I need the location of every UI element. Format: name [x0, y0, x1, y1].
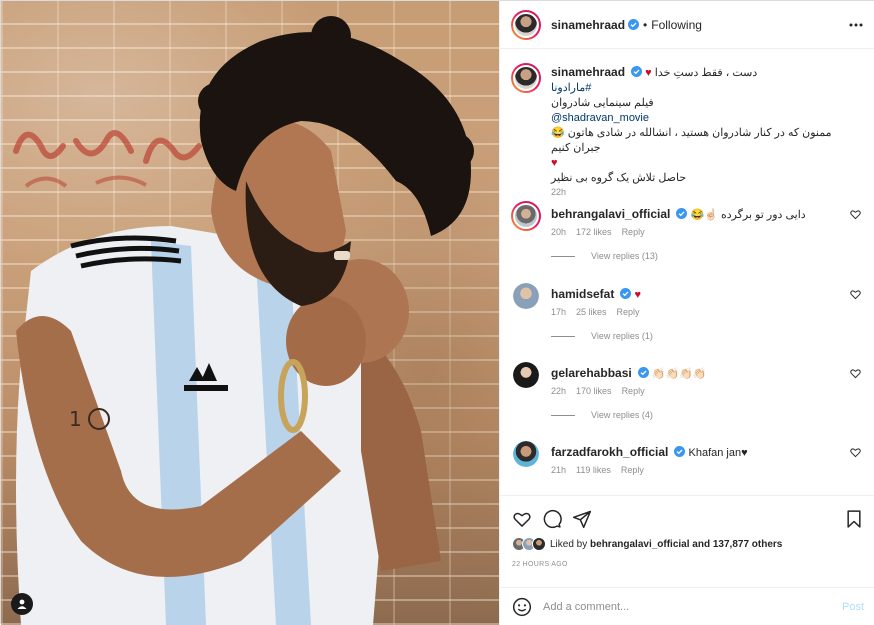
like-comment-heart-icon[interactable]: [850, 289, 861, 300]
commenter-avatar[interactable]: [513, 362, 539, 388]
comment-meta: 22h 170 likes Reply: [551, 386, 645, 396]
comment-time: 21h: [551, 465, 567, 475]
comment-time: 20h: [551, 227, 567, 237]
comment-time: 22h: [551, 386, 567, 396]
following-button[interactable]: Following: [651, 18, 702, 32]
reply-button[interactable]: Reply: [622, 386, 645, 396]
add-comment-bar: Post: [500, 587, 874, 625]
liker-avatar: [532, 537, 546, 551]
more-options-icon[interactable]: [848, 17, 864, 33]
share-icon[interactable]: [572, 509, 592, 529]
comment-item: gelarehabbasi 👏🏻👏🏻👏🏻👏🏻 22h 170 likes Rep…: [511, 360, 867, 430]
like-comment-heart-icon[interactable]: [850, 368, 861, 379]
verified-badge-icon: [628, 19, 640, 30]
caption-author-avatar[interactable]: [511, 63, 541, 93]
verified-badge-icon: [637, 367, 649, 378]
caption: sinamehraad ♥ دست ، فقط دستِ خدا #مارادو…: [511, 63, 867, 197]
comment-meta: 21h 119 likes Reply: [551, 465, 644, 475]
reply-button[interactable]: Reply: [621, 465, 644, 475]
comment-item: behrangalavi_official دایی دور تو برگرده…: [511, 201, 867, 271]
comments-list[interactable]: sinamehraad ♥ دست ، فقط دستِ خدا #مارادو…: [500, 49, 874, 495]
caption-meta: 22h: [551, 187, 566, 197]
view-replies-label[interactable]: View replies (1): [591, 331, 653, 341]
view-replies-label[interactable]: View replies (13): [591, 251, 658, 261]
replies-line: [551, 414, 575, 416]
comment-item: farzadfarokh_official Khafan jan♥ 21h 11…: [511, 439, 867, 495]
replies-line: [551, 255, 575, 257]
post-side-panel: sinamehraad • Following sinamehraad ♥ دس…: [499, 1, 874, 625]
comment-body: hamidsefat ♥: [551, 287, 851, 303]
view-replies-label[interactable]: View replies (4): [591, 410, 653, 420]
caption-line-7: حاصل تلاش یک گروه بی نظیر: [551, 172, 687, 184]
caption-line-3: فیلم سینمایی شادروان: [551, 97, 654, 109]
caption-mention[interactable]: @shadravan_movie: [551, 111, 851, 126]
reply-button[interactable]: Reply: [622, 227, 645, 237]
heart-emoji-icon: ♥: [645, 67, 652, 79]
comment-likes[interactable]: 25 likes: [576, 307, 607, 317]
verified-badge-icon: [631, 66, 643, 77]
comment-body: behrangalavi_official دایی دور تو برگرده…: [551, 207, 851, 223]
post-header: sinamehraad • Following: [500, 1, 874, 49]
comment-username[interactable]: gelarehabbasi: [551, 366, 632, 380]
comment-time: 17h: [551, 307, 567, 317]
like-comment-heart-icon[interactable]: [850, 209, 861, 220]
view-replies-button[interactable]: View replies (4): [551, 410, 653, 420]
comment-text: 👏🏻👏🏻👏🏻👏🏻: [651, 368, 707, 380]
comment-likes[interactable]: 172 likes: [576, 227, 612, 237]
comment-input[interactable]: [543, 600, 823, 613]
user-tag-icon: [17, 599, 27, 609]
man-figure-illustration: 1: [16, 16, 474, 625]
author-avatar[interactable]: [511, 9, 541, 40]
comment-text: ♥: [634, 289, 642, 301]
laughing-emoji-icon: 😂: [551, 127, 565, 139]
caption-line-1: دست ، فقط دستِ خدا: [654, 67, 758, 79]
heart-icon[interactable]: [512, 509, 532, 529]
liked-by-prefix: Liked by: [550, 538, 588, 550]
liker-avatars: [512, 537, 546, 551]
verified-badge-icon: [620, 288, 632, 299]
comment-body: farzadfarokh_official Khafan jan♥: [551, 445, 851, 461]
comment-username[interactable]: behrangalavi_official: [551, 207, 670, 221]
reply-button[interactable]: Reply: [617, 307, 640, 317]
verified-badge-icon: [674, 446, 686, 457]
comment-meta: 17h 25 likes Reply: [551, 307, 640, 317]
like-comment-heart-icon[interactable]: [850, 447, 861, 458]
emoji-icon[interactable]: [512, 597, 532, 617]
comment-text: دایی دور تو برگرده ☝🏻😂: [690, 209, 806, 221]
comment-text: Khafan jan♥: [688, 447, 748, 459]
caption-body: sinamehraad ♥ دست ، فقط دستِ خدا #مارادو…: [551, 65, 851, 186]
comment-username[interactable]: farzadfarokh_official: [551, 445, 668, 459]
caption-time: 22h: [551, 187, 567, 197]
commenter-avatar[interactable]: [511, 201, 541, 231]
post-timestamp[interactable]: 22 HOURS AGO: [512, 561, 568, 568]
author-username[interactable]: sinamehraad: [551, 18, 625, 32]
post-dialog: 1 sinamehraad • Following sinamehraad ♥ …: [0, 0, 874, 625]
caption-line-5: ممنون که در کنار شادروان هستید ، انشالله…: [551, 127, 832, 154]
liked-by-others[interactable]: and 137,877 others: [692, 539, 782, 550]
replies-line: [551, 335, 575, 337]
view-replies-button[interactable]: View replies (1): [551, 331, 653, 341]
verified-badge-icon: [676, 208, 688, 219]
bookmark-icon[interactable]: [844, 509, 864, 529]
comment-username[interactable]: hamidsefat: [551, 287, 614, 301]
comment-likes[interactable]: 119 likes: [576, 465, 611, 475]
tagged-users-button[interactable]: [11, 593, 33, 615]
caption-hashtag[interactable]: #مارادونا: [551, 81, 851, 96]
post-comment-button[interactable]: Post: [842, 601, 864, 613]
comment-likes[interactable]: 170 likes: [576, 386, 612, 396]
comment-body: gelarehabbasi 👏🏻👏🏻👏🏻👏🏻: [551, 366, 851, 382]
comment-icon[interactable]: [542, 509, 562, 529]
liked-by-row: Liked by behrangalavi_official and 137,8…: [512, 537, 782, 551]
svg-text:1: 1: [69, 407, 82, 431]
post-photo[interactable]: 1: [1, 1, 499, 625]
view-replies-button[interactable]: View replies (13): [551, 251, 658, 261]
caption-username[interactable]: sinamehraad: [551, 65, 625, 79]
commenter-avatar[interactable]: [513, 283, 539, 309]
heart-emoji-icon: ♥: [551, 157, 558, 169]
comment-item: hamidsefat ♥ 17h 25 likes Reply View rep…: [511, 281, 867, 351]
separator-dot: •: [643, 17, 648, 32]
comment-meta: 20h 172 likes Reply: [551, 227, 645, 237]
liked-by-user[interactable]: behrangalavi_official: [590, 539, 689, 550]
commenter-avatar[interactable]: [513, 441, 539, 467]
